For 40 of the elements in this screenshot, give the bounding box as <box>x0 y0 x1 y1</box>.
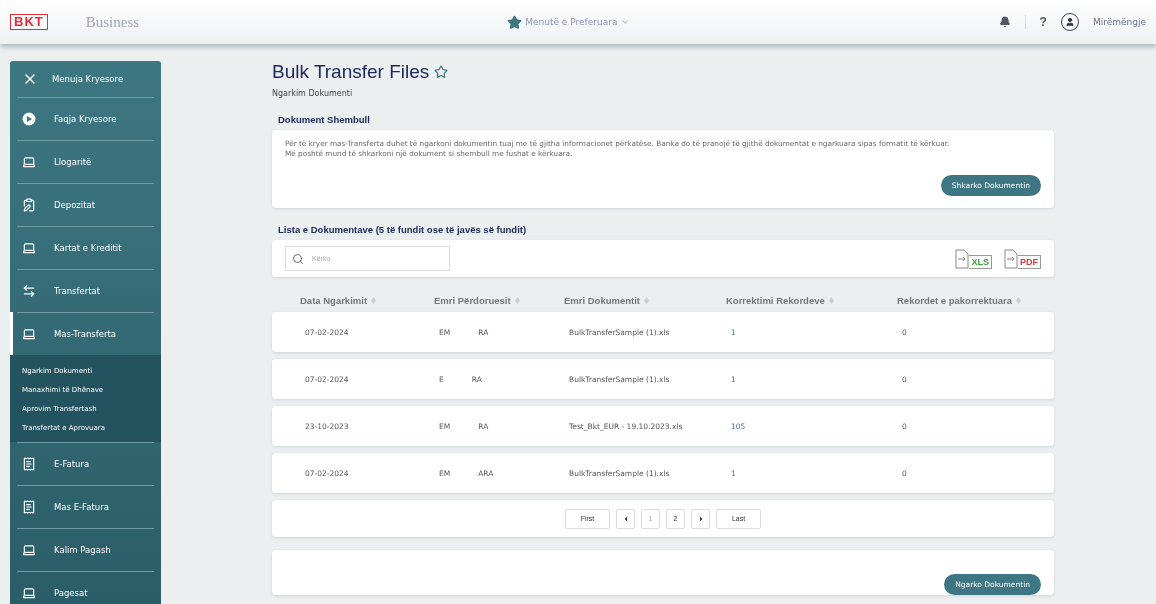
greeting: Mirëmëngje <box>1092 17 1146 27</box>
export-icon <box>955 248 970 269</box>
breadcrumb: Ngarkim Dokumenti <box>272 89 354 98</box>
product-name: Business <box>85 13 140 31</box>
invoice-icon <box>22 456 36 471</box>
sort-icon <box>828 297 834 304</box>
column-header[interactable]: Rekordet e pakorrektuara <box>897 295 1054 306</box>
format-label: PDF <box>1020 256 1038 267</box>
star-icon[interactable] <box>434 65 449 79</box>
chevron-icon <box>620 17 631 27</box>
clipboard-icon <box>22 197 36 212</box>
page-title: Bulk Transfer Files <box>272 61 430 83</box>
laptop-icon <box>22 154 36 169</box>
favorites-menu[interactable]: Menutë e Preferuara <box>525 17 618 27</box>
sort-icon <box>644 297 649 304</box>
export-button[interactable]: PDF <box>1004 248 1041 269</box>
laptop-icon <box>22 240 36 255</box>
laptop-icon <box>22 585 36 600</box>
laptop-icon <box>22 326 36 341</box>
export-button[interactable]: XLS <box>955 248 992 269</box>
laptop-icon <box>22 542 36 557</box>
column-header[interactable]: Emri Dokumentit <box>564 295 726 306</box>
format-label: XLS <box>971 256 989 267</box>
bank-logo[interactable]: BKT <box>10 14 48 30</box>
invoice-icon <box>22 499 36 514</box>
section-heading: Dokument Shembull <box>278 114 371 125</box>
section-heading: Lista e Dokumentave (5 të fundit ose të javës së fundit) <box>278 224 528 235</box>
sort-icon <box>514 297 520 304</box>
column-header[interactable]: Emri Përdoruesit <box>434 295 564 306</box>
transfer-icon <box>22 283 36 298</box>
column-header[interactable]: Korrektimi Rekordeve <box>726 295 897 306</box>
sidebar-title: Menuja Kryesore <box>52 74 124 84</box>
home-icon <box>22 111 36 126</box>
sort-icon <box>371 297 377 304</box>
notification-icon[interactable] <box>998 16 1011 28</box>
search-icon <box>292 252 304 265</box>
column-header[interactable]: Data Ngarkimit <box>300 295 434 306</box>
star-icon <box>507 14 523 30</box>
sort-icon <box>1016 297 1022 304</box>
export-icon <box>1004 248 1018 269</box>
